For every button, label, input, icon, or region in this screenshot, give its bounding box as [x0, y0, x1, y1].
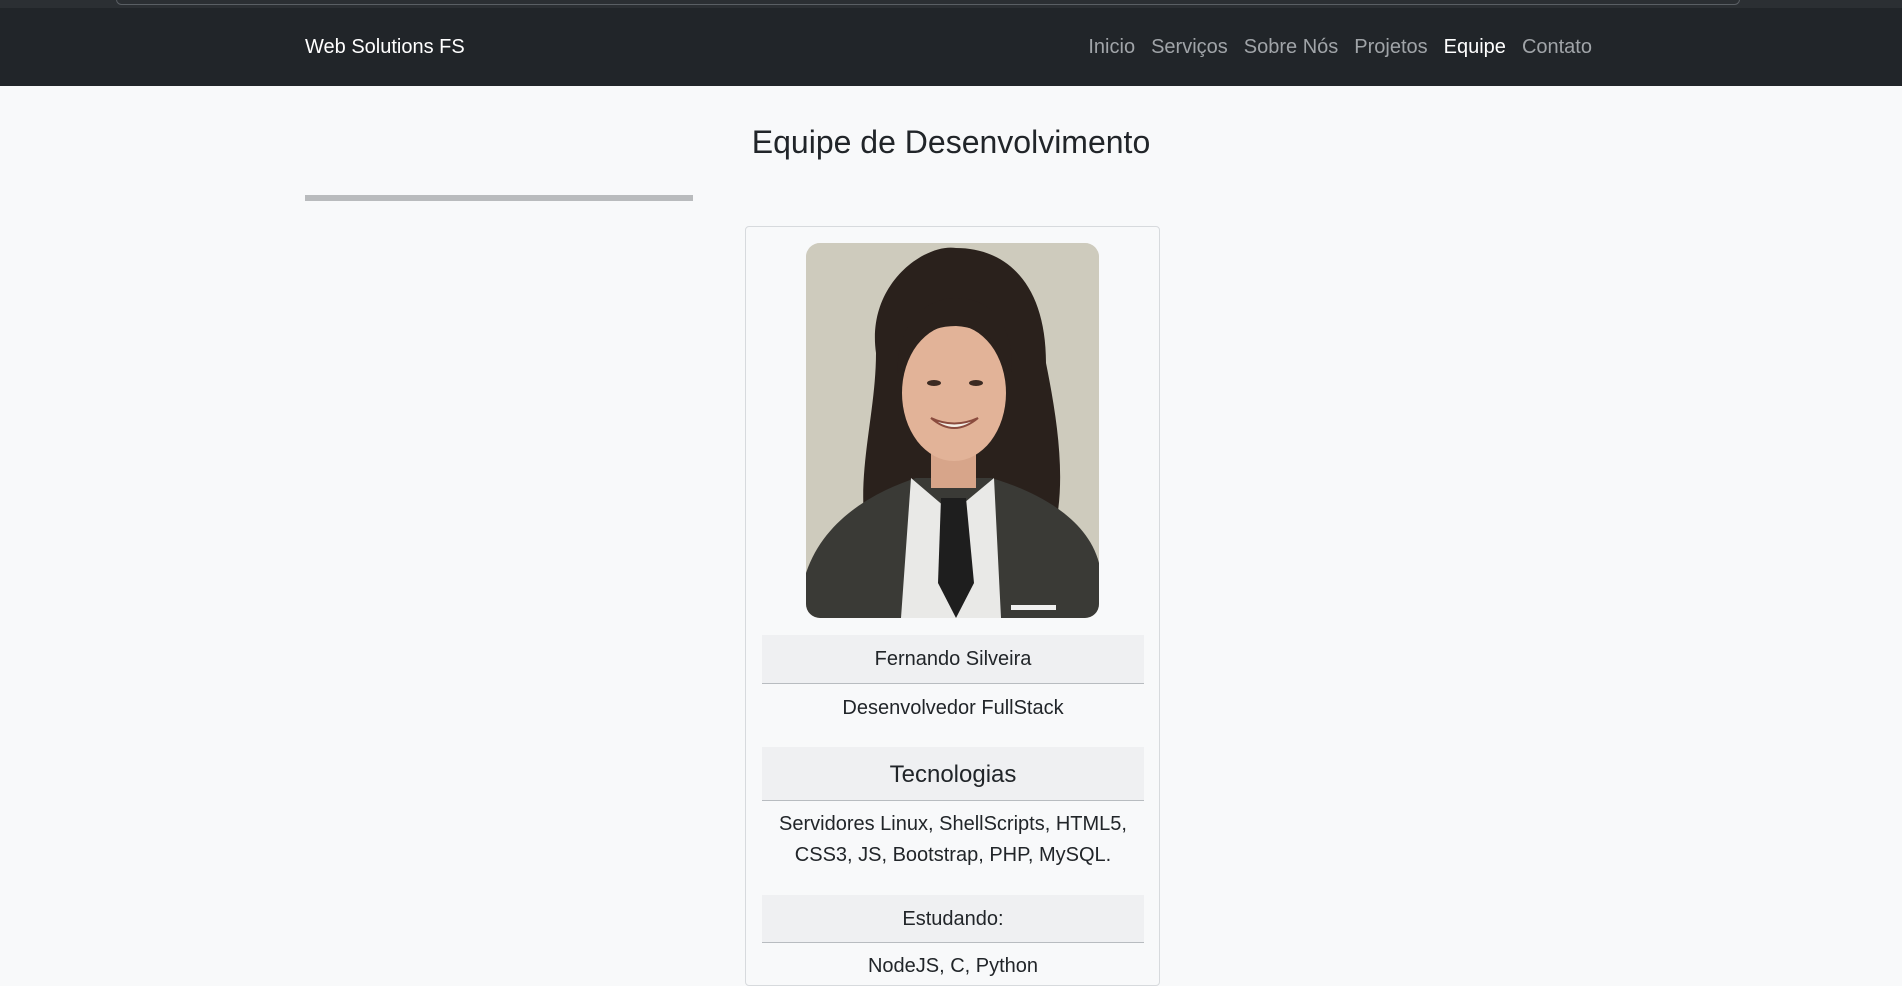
nav-link-contato[interactable]: Contato: [1522, 36, 1592, 59]
team-member-card: Fernando Silveira Desenvolvedor FullStac…: [745, 226, 1160, 986]
nav-links: Inicio Serviços Sobre Nós Projetos Equip…: [1088, 36, 1592, 59]
navbar-brand[interactable]: Web Solutions FS: [305, 36, 465, 59]
nav-link-servicos[interactable]: Serviços: [1151, 36, 1228, 59]
member-photo: [806, 243, 1099, 618]
nav-link-projetos[interactable]: Projetos: [1354, 36, 1427, 59]
browser-top-strip: [0, 0, 1902, 8]
studying-heading: Estudando:: [762, 895, 1144, 943]
member-name: Fernando Silveira: [762, 635, 1144, 684]
page-title: Equipe de Desenvolvimento: [751, 124, 1151, 160]
member-role: Desenvolvedor FullStack: [842, 697, 1064, 719]
navbar: Web Solutions FS Inicio Serviços Sobre N…: [0, 8, 1902, 86]
technologies-heading: Tecnologias: [762, 747, 1144, 801]
section-divider: [305, 195, 693, 201]
studying-list: NodeJS, C, Python: [867, 955, 1039, 977]
nav-link-sobre-nos[interactable]: Sobre Nós: [1244, 36, 1339, 59]
address-bar-edge: [116, 0, 1740, 5]
technologies-list: Servidores Linux, ShellScripts, HTML5, C…: [779, 813, 1127, 866]
nav-link-inicio[interactable]: Inicio: [1088, 36, 1135, 59]
nav-link-equipe[interactable]: Equipe: [1444, 36, 1506, 59]
